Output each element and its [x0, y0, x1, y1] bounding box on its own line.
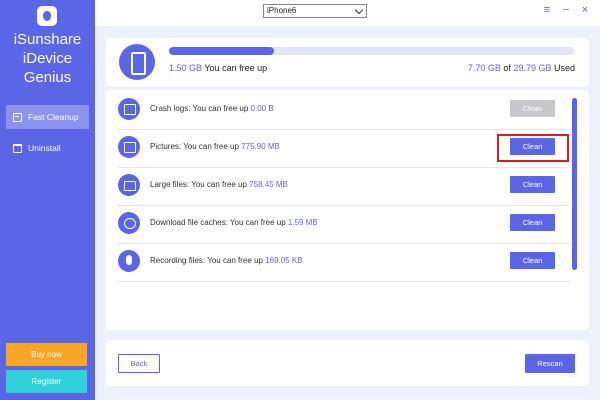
device-select[interactable]: iPhone6	[263, 4, 367, 18]
buy-now-button[interactable]: Buy now	[6, 343, 87, 366]
sidebar: iSunshare iDevice Genius Fast Cleanup Un…	[0, 0, 95, 400]
crash-log-icon	[118, 98, 140, 120]
sidebar-item-label: Fast Cleanup	[28, 112, 79, 122]
device-select-value: iPhone6	[267, 6, 297, 15]
item-label: Large files: You can free up 758.45 MB	[150, 180, 288, 189]
storage-bar	[169, 47, 574, 55]
used-amount: 7.70 GB	[467, 63, 501, 73]
item-label: Download file caches: You can free up 1.…	[150, 218, 318, 227]
main-area: iPhone6 ≡ − × 1.50 GB You can free up 7.…	[95, 0, 600, 400]
microphone-icon	[118, 250, 140, 272]
brand-line-2: iDevice	[22, 50, 73, 67]
app-brand: iSunshare iDevice Genius	[0, 30, 95, 87]
broom-icon	[13, 112, 22, 122]
list-item-download-caches: Download file caches: You can free up 1.…	[118, 206, 571, 244]
trash-icon	[13, 143, 22, 153]
back-button[interactable]: Back	[118, 354, 160, 373]
list-item-crash-logs: Crash logs: You can free up 0.00 B Clean	[118, 92, 571, 130]
titlebar: iPhone6 ≡ − ×	[95, 0, 600, 26]
picture-icon	[118, 136, 140, 158]
storage-bar-fill	[169, 47, 275, 55]
free-suffix: You can free up	[204, 63, 268, 73]
cleanup-list: Crash logs: You can free up 0.00 B Clean…	[106, 90, 589, 330]
sidebar-item-fast-cleanup[interactable]: Fast Cleanup	[6, 105, 89, 129]
used-summary: 7.70 GB of 29.79 GB Used	[468, 63, 575, 73]
brand-line-3: Genius	[23, 69, 72, 86]
free-up-summary: 1.50 GB You can free up	[169, 63, 267, 73]
of-word: of	[503, 63, 511, 73]
app-logo-icon	[37, 6, 57, 26]
clean-button[interactable]: Clean	[510, 252, 555, 269]
clean-button[interactable]: Clean	[510, 100, 555, 117]
menu-icon[interactable]: ≡	[542, 5, 552, 16]
item-label: Recording files: You can free up 169.05 …	[150, 256, 303, 265]
item-label: Pictures: You can free up 775.90 MB	[150, 142, 280, 151]
clean-button[interactable]: Clean	[510, 176, 555, 193]
register-button[interactable]: Register	[6, 370, 87, 393]
total-amount: 29.79 GB	[513, 63, 552, 73]
brand-line-1: iSunshare	[13, 31, 82, 48]
sidebar-item-label: Uninstall	[28, 143, 61, 153]
list-item-large-files: Large files: You can free up 758.45 MB C…	[118, 168, 571, 206]
folder-icon	[118, 174, 140, 196]
used-suffix: Used	[553, 63, 575, 73]
free-amount: 1.50 GB	[169, 63, 203, 73]
chevron-down-icon	[354, 5, 364, 15]
sidebar-item-uninstall[interactable]: Uninstall	[6, 136, 89, 160]
close-icon[interactable]: ×	[580, 5, 590, 16]
phone-icon	[119, 44, 155, 80]
item-label: Crash logs: You can free up 0.00 B	[150, 104, 274, 113]
clean-button[interactable]: Clean	[510, 214, 555, 231]
list-item-recording-files: Recording files: You can free up 169.05 …	[118, 244, 571, 282]
highlight-box	[497, 134, 569, 162]
scrollbar[interactable]	[572, 98, 577, 270]
footer-panel: Back Rescan	[106, 340, 589, 386]
storage-panel: 1.50 GB You can free up 7.70 GB of 29.79…	[106, 38, 589, 87]
rescan-button[interactable]: Rescan	[525, 354, 575, 373]
download-icon	[118, 212, 140, 234]
minimize-icon[interactable]: −	[561, 5, 571, 16]
